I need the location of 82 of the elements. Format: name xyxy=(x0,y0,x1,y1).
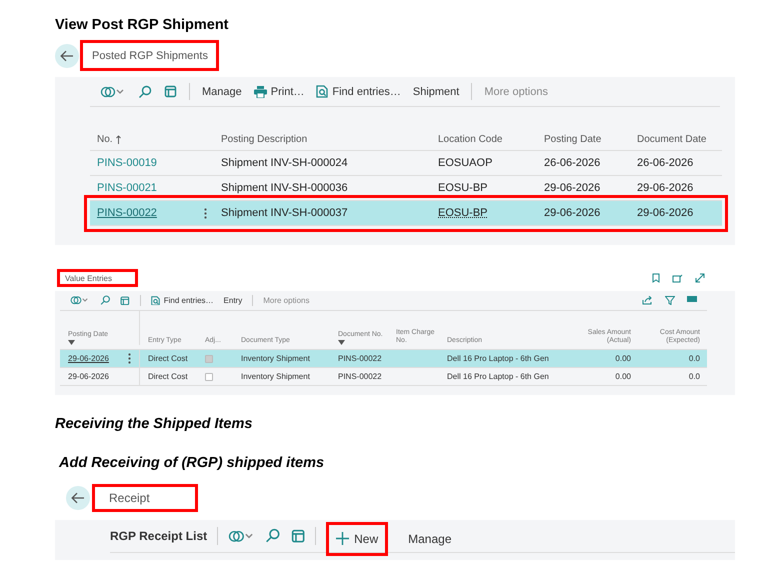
document-link[interactable]: PINS-00021 xyxy=(97,182,157,194)
plus-icon xyxy=(336,532,350,545)
circles-dropdown-icon[interactable] xyxy=(70,295,90,306)
table-cell: 29-06-2026 xyxy=(68,354,109,363)
search-icon[interactable] xyxy=(138,84,152,98)
table-cell: 26-06-2026 xyxy=(544,157,600,169)
find-entries-button[interactable]: Find entries… xyxy=(316,85,401,98)
table-cell: Direct Cost xyxy=(148,354,188,363)
back-arrow-icon xyxy=(71,492,85,504)
table-cell: Shipment INV-SH-000037 xyxy=(221,207,348,219)
manage-menu[interactable]: Manage xyxy=(398,522,462,556)
page-title: Posted RGP Shipments xyxy=(80,40,219,71)
table-row[interactable]: 29-06-2026 Direct Cost Inventory Shipment PINS-00022 Dell 16 Pro Laptop - 6th Gen 0.00 0.0 xyxy=(60,350,707,368)
circles-dropdown-icon[interactable] xyxy=(228,528,256,544)
table-cell: 0.0 xyxy=(688,354,700,363)
filter-icon[interactable] xyxy=(665,296,675,305)
table-cell: EOSUAOP xyxy=(438,157,492,169)
section-heading: Receiving the Shipped Items xyxy=(55,415,252,434)
table-cell: Dell 16 Pro Laptop - 6th Gen xyxy=(447,354,549,363)
back-button[interactable] xyxy=(66,486,90,510)
table-cell: 29-06-2026 xyxy=(68,372,109,381)
table-cell: 0.00 xyxy=(615,354,631,363)
layout-icon[interactable] xyxy=(164,85,177,98)
part-title: Value Entries xyxy=(57,269,138,287)
checkbox[interactable] xyxy=(205,372,213,380)
document-search-icon xyxy=(150,296,160,306)
search-icon[interactable] xyxy=(265,528,281,544)
document-link[interactable]: PINS-00022 xyxy=(97,207,157,219)
filter-icon[interactable] xyxy=(338,340,345,345)
table-cell: Inventory Shipment xyxy=(241,354,310,363)
window-icon[interactable] xyxy=(672,274,683,282)
table-cell: Direct Cost xyxy=(148,372,188,381)
search-icon[interactable] xyxy=(100,295,110,306)
column-header[interactable]: No. xyxy=(97,134,113,145)
layout-icon[interactable] xyxy=(120,296,130,306)
table-cell: Shipment INV-SH-000024 xyxy=(221,157,348,169)
print-button[interactable]: Print… xyxy=(254,86,304,98)
table-cell: 29-06-2026 xyxy=(544,207,600,219)
share-icon[interactable] xyxy=(642,296,653,305)
table-row[interactable]: PINS-00019 Shipment INV-SH-000024 EOSUAOP 26-06-2026 26-06-2026 xyxy=(90,151,722,176)
table-cell: 0.00 xyxy=(615,372,631,381)
expand-icon[interactable] xyxy=(695,273,705,283)
action-button[interactable]: Shipment xyxy=(412,86,460,98)
column-header[interactable]: Posting Date xyxy=(544,134,602,145)
column-header[interactable]: Document Date xyxy=(637,134,706,145)
column-header[interactable]: Location Code xyxy=(438,134,502,145)
bookmark-icon[interactable] xyxy=(652,273,660,283)
new-button[interactable]: New xyxy=(326,522,388,556)
action-button[interactable]: Entry xyxy=(224,296,242,305)
table-cell: 0.0 xyxy=(688,372,700,381)
table-cell: Inventory Shipment xyxy=(241,372,310,381)
table-cell: PINS-00022 xyxy=(338,354,382,363)
table-cell: 29-06-2026 xyxy=(637,207,694,219)
document-search-icon xyxy=(316,85,328,98)
find-entries-button[interactable]: Find entries… xyxy=(150,296,214,306)
document-link[interactable]: PINS-00019 xyxy=(97,157,157,169)
circles-dropdown-icon[interactable] xyxy=(100,84,126,98)
table-cell: PINS-00022 xyxy=(338,372,382,381)
table-cell: EOSU-BP xyxy=(438,207,488,219)
table-cell: 29-06-2026 xyxy=(544,182,600,194)
printer-icon xyxy=(254,86,267,98)
table-cell: 26-06-2026 xyxy=(637,157,694,169)
back-button[interactable] xyxy=(55,44,79,68)
column-header[interactable]: Posting Description xyxy=(221,134,308,145)
more-dots-icon[interactable] xyxy=(204,208,207,218)
page-title: Receipt xyxy=(92,484,198,512)
manage-menu[interactable]: Manage xyxy=(202,86,242,98)
checkbox[interactable] xyxy=(205,354,213,362)
filter-icon[interactable] xyxy=(68,340,75,345)
table-row[interactable]: PINS-00021 Shipment INV-SH-000036 EOSU-BP 29-06-2026 29-06-2026 xyxy=(90,176,722,201)
table-cell: Shipment INV-SH-000036 xyxy=(221,182,348,194)
layout-icon[interactable] xyxy=(290,528,306,544)
table-cell: Dell 16 Pro Laptop - 6th Gen xyxy=(447,372,549,381)
list-title: RGP Receipt List xyxy=(110,529,208,543)
back-arrow-icon xyxy=(60,50,74,62)
section-heading: View Post RGP Shipment xyxy=(55,16,229,35)
table-cell: 29-06-2026 xyxy=(637,182,694,194)
more-dots-icon[interactable] xyxy=(128,353,131,364)
sort-arrow-icon[interactable] xyxy=(116,135,121,144)
section-heading: Add Receiving of (RGP) shipped items xyxy=(59,454,324,473)
table-cell: EOSU-BP xyxy=(438,182,488,194)
table-row[interactable]: 29-06-2026 Direct Cost Inventory Shipment PINS-00022 Dell 16 Pro Laptop - 6th Gen 0.00 0.0 xyxy=(60,368,707,386)
